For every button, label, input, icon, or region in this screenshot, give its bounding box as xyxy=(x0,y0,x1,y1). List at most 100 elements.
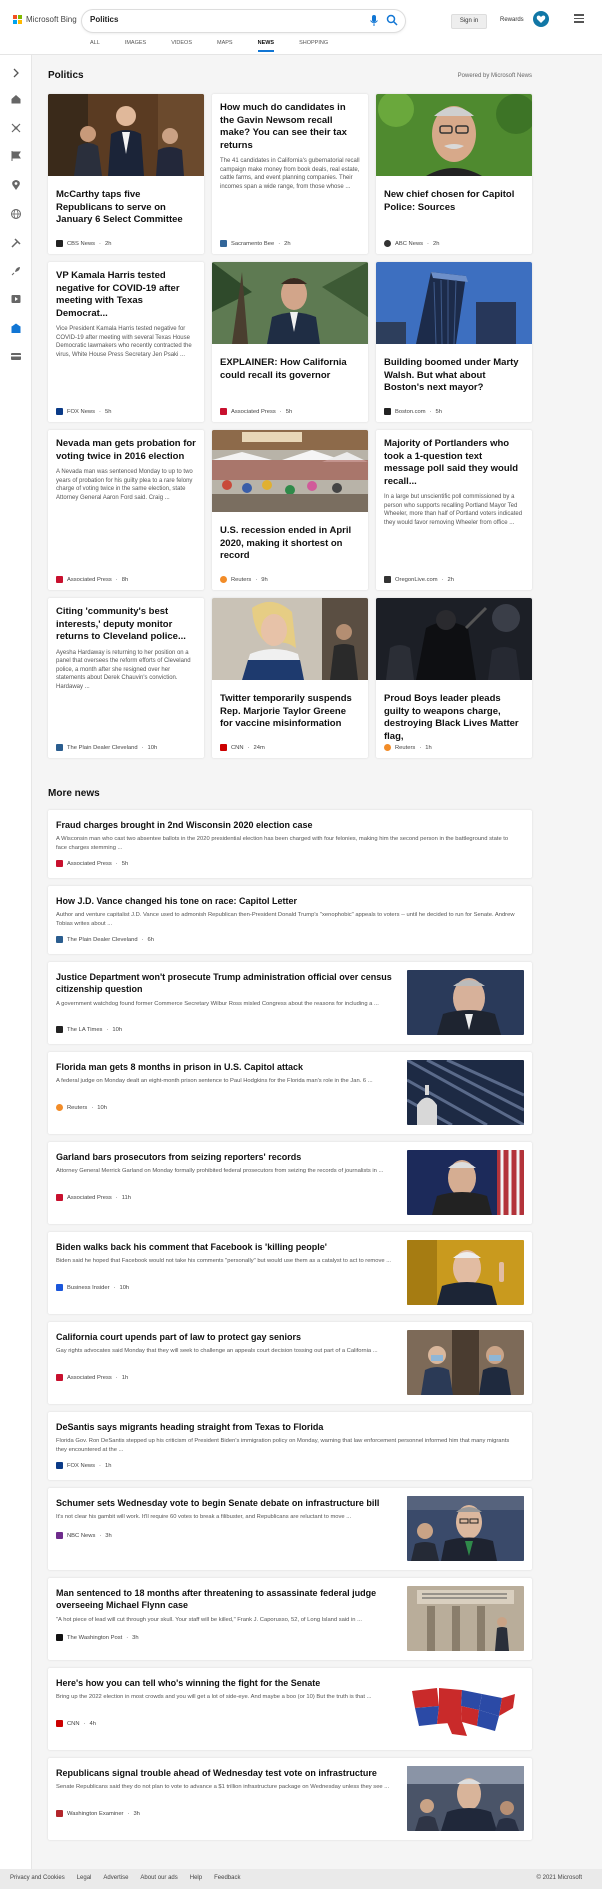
news-card[interactable]: U.S. recession ended in April 2020, maki… xyxy=(212,430,368,590)
card-source: Reuters · 9h xyxy=(220,576,268,583)
source-age: 5h xyxy=(104,408,112,415)
source-name: Associated Press xyxy=(67,860,112,867)
sign-in-button[interactable]: Sign in xyxy=(451,14,487,29)
news-row[interactable]: Here's how you can tell who's winning th… xyxy=(48,1668,532,1750)
globe-icon[interactable] xyxy=(10,208,22,220)
row-source: The Plain Dealer Cleveland · 6h xyxy=(56,936,154,943)
news-row[interactable]: Man sentenced to 18 months after threate… xyxy=(48,1578,532,1660)
row-title[interactable]: Fraud charges brought in 2nd Wisconsin 2… xyxy=(56,819,516,831)
news-card[interactable]: Twitter temporarily suspends Rep. Marjor… xyxy=(212,598,368,758)
row-description: A Wisconsin man who cast two absentee ba… xyxy=(56,836,509,851)
news-row[interactable]: DeSantis says migrants heading straight … xyxy=(48,1412,532,1480)
flag-icon[interactable] xyxy=(10,150,22,162)
row-title[interactable]: Garland bars prosecutors from seizing re… xyxy=(56,1151,396,1163)
news-card[interactable]: Citing 'community's best interests,' dep… xyxy=(48,598,204,758)
row-title[interactable]: Schumer sets Wednesday vote to begin Sen… xyxy=(56,1497,396,1509)
tab-news[interactable]: NEWS xyxy=(257,40,274,52)
footer-link-help[interactable]: Help xyxy=(190,1875,202,1881)
microphone-icon[interactable] xyxy=(369,15,379,27)
search-input[interactable]: Politics xyxy=(82,10,405,32)
row-title[interactable]: Florida man gets 8 months in prison in U… xyxy=(56,1061,396,1073)
business-insider-logo-icon xyxy=(56,1284,63,1291)
news-card[interactable]: Building boomed under Marty Walsh. But w… xyxy=(376,262,532,422)
card-source: Boston.com · 5h xyxy=(384,408,442,415)
card-title[interactable]: Majority of Portlanders who took a 1-que… xyxy=(376,430,532,488)
tab-images[interactable]: IMAGES xyxy=(125,40,146,50)
news-card[interactable]: Majority of Portlanders who took a 1-que… xyxy=(376,430,532,590)
tab-all[interactable]: ALL xyxy=(90,40,100,50)
hamburger-menu-icon[interactable] xyxy=(574,14,584,23)
news-row[interactable]: California court upends part of law to p… xyxy=(48,1322,532,1404)
row-title[interactable]: California court upends part of law to p… xyxy=(56,1331,396,1343)
footer-link-legal[interactable]: Legal xyxy=(77,1875,92,1881)
row-title[interactable]: Republicans signal trouble ahead of Wedn… xyxy=(56,1767,396,1779)
card-title[interactable]: Citing 'community's best interests,' dep… xyxy=(48,598,204,644)
news-row[interactable]: How J.D. Vance changed his tone on race:… xyxy=(48,886,532,954)
associated-press-logo-icon xyxy=(220,408,227,415)
card-image xyxy=(212,430,368,512)
footer-link-about-ads[interactable]: About our ads xyxy=(140,1875,177,1881)
source-name: The Washington Post xyxy=(67,1634,123,1641)
card-title[interactable]: Proud Boys leader pleads guilty to weapo… xyxy=(376,685,532,743)
tab-videos[interactable]: VIDEOS xyxy=(171,40,192,50)
source-age: 5h xyxy=(285,408,293,415)
bing-logo[interactable]: Microsoft Bing xyxy=(13,15,77,24)
tab-maps[interactable]: MAPS xyxy=(217,40,233,50)
boston-com-logo-icon xyxy=(384,408,391,415)
search-query[interactable]: Politics xyxy=(90,15,118,24)
news-card[interactable]: VP Kamala Harris tested negative for COV… xyxy=(48,262,204,422)
fox-news-logo-icon xyxy=(56,1462,63,1469)
card-image xyxy=(376,598,532,680)
home-icon[interactable] xyxy=(10,93,22,105)
card-title[interactable]: U.S. recession ended in April 2020, maki… xyxy=(212,517,368,563)
news-card[interactable]: New chief chosen for Capitol Police: Sou… xyxy=(376,94,532,254)
video-icon[interactable] xyxy=(10,293,22,305)
row-title[interactable]: Justice Department won't prosecute Trump… xyxy=(56,971,396,995)
news-row[interactable]: Garland bars prosecutors from seizing re… xyxy=(48,1142,532,1224)
rocket-icon[interactable] xyxy=(10,265,22,277)
card-title[interactable]: Nevada man gets probation for voting twi… xyxy=(48,430,204,463)
news-row[interactable]: Biden walks back his comment that Facebo… xyxy=(48,1232,532,1314)
card-title[interactable]: How much do candidates in the Gavin News… xyxy=(212,94,368,152)
row-title[interactable]: Man sentenced to 18 months after threate… xyxy=(56,1587,396,1611)
expand-icon[interactable] xyxy=(10,67,22,79)
card-title[interactable]: Building boomed under Marty Walsh. But w… xyxy=(376,349,532,395)
news-card[interactable]: Proud Boys leader pleads guilty to weapo… xyxy=(376,598,532,758)
source-name: The Plain Dealer Cleveland xyxy=(67,744,138,751)
news-card[interactable]: Nevada man gets probation for voting twi… xyxy=(48,430,204,590)
crosshair-icon[interactable] xyxy=(10,122,22,134)
search-icon[interactable] xyxy=(386,14,398,26)
news-row[interactable]: Justice Department won't prosecute Trump… xyxy=(48,962,532,1044)
rewards-link[interactable]: Rewards xyxy=(500,17,524,23)
row-title[interactable]: How J.D. Vance changed his tone on race:… xyxy=(56,895,516,907)
news-row[interactable]: Schumer sets Wednesday vote to begin Sen… xyxy=(48,1488,532,1570)
row-source: Associated Press · 5h xyxy=(56,860,128,867)
card-title[interactable]: New chief chosen for Capitol Police: Sou… xyxy=(376,181,532,214)
row-description: "A hot piece of lead will cut through yo… xyxy=(56,1617,362,1623)
card-title[interactable]: EXPLAINER: How California could recall i… xyxy=(212,349,368,382)
news-row[interactable]: Fraud charges brought in 2nd Wisconsin 2… xyxy=(48,810,532,878)
news-row[interactable]: Republicans signal trouble ahead of Wedn… xyxy=(48,1758,532,1840)
footer-link-feedback[interactable]: Feedback xyxy=(214,1875,240,1881)
row-title[interactable]: Here's how you can tell who's winning th… xyxy=(56,1677,396,1689)
tab-shopping[interactable]: SHOPPING xyxy=(299,40,328,50)
footer-link-advertise[interactable]: Advertise xyxy=(103,1875,128,1881)
news-row[interactable]: Florida man gets 8 months in prison in U… xyxy=(48,1052,532,1134)
row-title[interactable]: Biden walks back his comment that Facebo… xyxy=(56,1241,396,1253)
building-icon[interactable] xyxy=(10,322,22,334)
card-title[interactable]: McCarthy taps five Republicans to serve … xyxy=(48,181,204,227)
tools-icon[interactable] xyxy=(10,237,22,249)
news-card[interactable]: EXPLAINER: How California could recall i… xyxy=(212,262,368,422)
card-icon[interactable] xyxy=(10,350,22,362)
location-icon[interactable] xyxy=(10,179,22,191)
footer-link-privacy[interactable]: Privacy and Cookies xyxy=(10,1875,65,1881)
card-title[interactable]: Twitter temporarily suspends Rep. Marjor… xyxy=(212,685,368,731)
card-description: A Nevada man was sentenced Monday to up … xyxy=(56,469,193,501)
news-card[interactable]: McCarthy taps five Republicans to serve … xyxy=(48,94,204,254)
powered-by[interactable]: Powered by Microsoft News xyxy=(458,73,532,79)
row-title[interactable]: DeSantis says migrants heading straight … xyxy=(56,1421,516,1433)
rewards-icon[interactable] xyxy=(533,11,549,27)
news-card[interactable]: How much do candidates in the Gavin News… xyxy=(212,94,368,254)
cnn-logo-icon xyxy=(220,744,227,751)
card-title[interactable]: VP Kamala Harris tested negative for COV… xyxy=(48,262,204,320)
